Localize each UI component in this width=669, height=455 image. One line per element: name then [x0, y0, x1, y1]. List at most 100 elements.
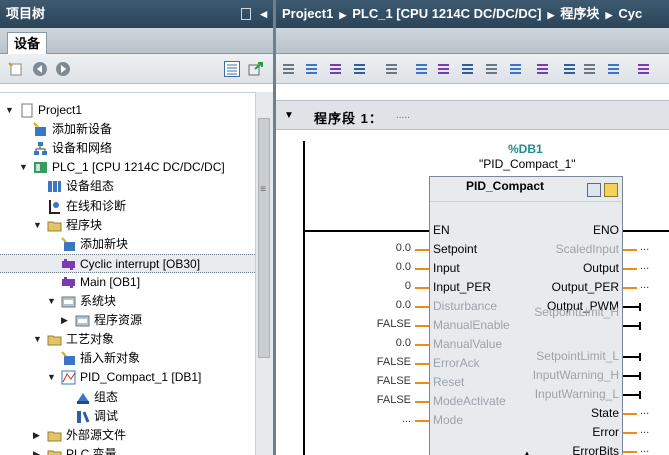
insert-network-icon[interactable]	[281, 61, 297, 77]
tree-item[interactable]: ▼ PLC_1 [CPU 1214C DC/DC/DC]	[0, 158, 255, 177]
tree-item[interactable]: ▼ Project1	[0, 101, 255, 120]
input-value[interactable]: 0.0	[351, 299, 411, 311]
output-value[interactable]: ...	[640, 241, 649, 253]
delete-network-icon[interactable]	[304, 61, 320, 77]
tree-scrollbar-thumb[interactable]	[258, 118, 270, 358]
input-value[interactable]: 0	[351, 280, 411, 292]
input-value[interactable]: 0.0	[351, 261, 411, 273]
list-view-icon[interactable]	[224, 61, 240, 77]
input-value[interactable]: FALSE	[351, 318, 411, 330]
collapse-network-icon[interactable]: ▼	[284, 110, 294, 121]
breadcrumb-item[interactable]: Project1	[282, 6, 333, 21]
tree-expanded-icon[interactable]: ▼	[19, 158, 29, 177]
tree-item[interactable]: 调试	[0, 407, 255, 426]
input-value[interactable]: 0.0	[351, 337, 411, 349]
tree-item[interactable]: ▼ 系统块	[0, 292, 255, 311]
tree-item[interactable]: Cyclic interrupt [OB30]	[0, 253, 255, 273]
output-pin-label[interactable]: Error	[592, 425, 619, 439]
output-value[interactable]: ...	[640, 260, 649, 272]
comment-icon[interactable]	[484, 61, 500, 77]
goto-prev-error-icon[interactable]	[562, 61, 578, 77]
network-comment[interactable]: .....	[396, 110, 410, 121]
tree-item[interactable]: ▼ 程序块	[0, 216, 255, 235]
monitor-icon[interactable]	[606, 61, 622, 77]
input-pin-label[interactable]: Disturbance	[433, 299, 497, 313]
input-pin-label[interactable]: Input_PER	[433, 280, 491, 294]
breadcrumb-item[interactable]: Cyc	[618, 6, 642, 21]
insert-row-icon[interactable]	[328, 61, 344, 77]
tree-expanded-icon[interactable]: ▼	[33, 216, 43, 235]
tree-collapsed-icon[interactable]: ▶	[33, 445, 43, 455]
input-pin-label[interactable]: Mode	[433, 413, 463, 427]
block-config-icon[interactable]	[587, 183, 601, 197]
output-pin-label[interactable]: ErrorBits	[572, 444, 619, 455]
collapse-panel-icon[interactable]: ◂	[260, 0, 267, 28]
output-value[interactable]: ...	[640, 443, 649, 455]
pid-compact-block[interactable]: PID_Compact EN Setpoint Input Input_PER Dist…	[429, 176, 623, 455]
reset-icon[interactable]	[384, 61, 400, 77]
new-item-icon[interactable]	[8, 61, 24, 77]
input-pin-label[interactable]: ModeActivate	[433, 394, 506, 408]
add-row-icon[interactable]	[352, 61, 368, 77]
input-pin-label[interactable]: EN	[433, 223, 450, 237]
tree-item[interactable]: ▶ 外部源文件	[0, 426, 255, 445]
output-pin-label[interactable]: State	[591, 406, 619, 420]
tree-item[interactable]: 组态	[0, 388, 255, 407]
breadcrumb-item[interactable]: 程序块	[560, 6, 599, 21]
input-pin-label[interactable]: Setpoint	[433, 242, 477, 256]
input-value[interactable]: FALSE	[351, 394, 411, 406]
absolute-address-icon[interactable]	[414, 61, 430, 77]
tree-item[interactable]: 设备和网络	[0, 139, 255, 158]
output-pin-label[interactable]: ScaledInput	[556, 242, 619, 256]
instance-db-name[interactable]: "PID_Compact_1"	[479, 157, 576, 171]
goto-next-error-icon[interactable]	[535, 61, 551, 77]
export-icon[interactable]	[248, 61, 264, 77]
insert-box-icon[interactable]	[460, 61, 476, 77]
output-pin-label[interactable]: Output_PER	[552, 280, 619, 294]
input-value[interactable]: 0.0	[351, 242, 411, 254]
tree-expanded-icon[interactable]: ▼	[33, 330, 43, 349]
input-pin-label[interactable]: Input	[433, 261, 460, 275]
tree-item[interactable]: ▼ 工艺对象	[0, 330, 255, 349]
input-value[interactable]: ...	[351, 413, 411, 425]
output-pin-label[interactable]: SetpointLimit_L	[536, 349, 619, 363]
tree-item[interactable]: 添加新设备	[0, 120, 255, 139]
output-value[interactable]: ...	[640, 424, 649, 436]
input-value[interactable]: FALSE	[351, 375, 411, 387]
show-favorites-icon[interactable]	[436, 61, 452, 77]
output-pin-label[interactable]: InputWarning_L	[535, 387, 619, 401]
tree-item[interactable]: ▶ PLC 变量	[0, 445, 255, 455]
expand-block-icon[interactable]: ▲	[523, 449, 531, 455]
tree-expanded-icon[interactable]: ▼	[47, 292, 57, 311]
tree-expanded-icon[interactable]: ▼	[47, 368, 57, 387]
output-pin-label[interactable]: SetpointLimit_H	[519, 306, 619, 319]
open-all-icon[interactable]	[508, 61, 524, 77]
tree-item[interactable]: 插入新对象	[0, 349, 255, 368]
pin-panel-icon[interactable]	[241, 8, 251, 20]
input-pin-label[interactable]: ErrorAck	[433, 356, 480, 370]
instance-db-address[interactable]: %DB1	[508, 142, 543, 156]
input-pin-label[interactable]: ManualEnable	[433, 318, 510, 332]
input-value[interactable]: FALSE	[351, 356, 411, 368]
tree-item[interactable]: 在线和诊断	[0, 197, 255, 216]
tree-item[interactable]: Main [OB1]	[0, 273, 255, 292]
tree-scrollbar[interactable]: ≡	[255, 92, 273, 455]
tree-item[interactable]: ▼ PID_Compact_1 [DB1]	[0, 368, 255, 387]
input-pin-label[interactable]: Reset	[433, 375, 464, 389]
output-pin-label[interactable]: Output	[583, 261, 619, 275]
output-pin-label[interactable]: ENO	[593, 223, 619, 237]
forward-icon[interactable]	[55, 61, 71, 77]
tree-item[interactable]: ▶ 程序资源	[0, 311, 255, 330]
tree-item[interactable]: 设备组态	[0, 177, 255, 196]
network-title[interactable]: 程序段 1：	[314, 108, 383, 127]
tab-devices[interactable]: 设备	[7, 32, 47, 55]
tree-collapsed-icon[interactable]: ▶	[33, 426, 43, 445]
output-pin-label[interactable]: InputWarning_H	[533, 368, 619, 382]
tree-item[interactable]: 添加新块	[0, 235, 255, 254]
input-pin-label[interactable]: ManualValue	[433, 337, 502, 351]
output-value[interactable]: ...	[640, 405, 649, 417]
back-icon[interactable]	[32, 61, 48, 77]
output-value[interactable]: ...	[640, 279, 649, 291]
tree-collapsed-icon[interactable]: ▶	[61, 311, 71, 330]
tree-expanded-icon[interactable]: ▼	[5, 101, 15, 120]
